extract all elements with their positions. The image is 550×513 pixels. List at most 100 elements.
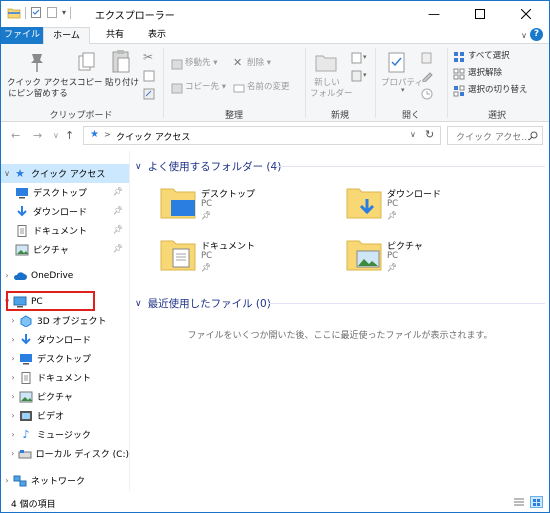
new-folder-button[interactable]: 新しい フォルダー <box>310 78 353 100</box>
recent-locations-button[interactable]: ∨ <box>53 131 59 140</box>
tab-file[interactable]: ファイル <box>1 27 43 44</box>
new-item-icon[interactable] <box>351 52 363 64</box>
pin-icon[interactable] <box>27 52 47 74</box>
properties-dropdown-icon[interactable]: ▾ <box>401 86 405 94</box>
pin-icon: 📌︎ <box>387 211 398 220</box>
nav-label: ドキュメント <box>37 374 92 384</box>
minimize-button[interactable]: — <box>411 1 457 27</box>
nav-pc-downloads[interactable]: › ダウンロード <box>1 330 129 349</box>
tab-share[interactable]: 共有 <box>97 27 133 44</box>
up-button[interactable]: ↑ <box>65 129 74 142</box>
chevron-right-icon[interactable]: › <box>7 316 19 325</box>
tab-view[interactable]: 表示 <box>139 27 175 44</box>
nav-qa-pictures[interactable]: ピクチャ 📌︎ <box>1 240 129 259</box>
move-to-button[interactable]: 移動先 ▾ <box>185 58 217 69</box>
nav-pc-3d-objects[interactable]: › 3D オブジェクト <box>1 311 129 330</box>
nav-network[interactable]: › ネットワーク <box>1 471 129 490</box>
cloud-icon <box>13 271 27 280</box>
back-button[interactable]: ← <box>11 129 20 142</box>
properties-large-icon[interactable] <box>387 52 407 74</box>
chevron-right-icon[interactable]: › <box>7 449 18 458</box>
paste-shortcut-icon[interactable] <box>143 88 155 100</box>
address-row: ← → ∨ ↑ ★ > クイック アクセス ∨ ↻ クイック アクセ... <box>1 123 549 149</box>
close-icon <box>521 9 531 19</box>
maximize-button[interactable] <box>457 1 503 27</box>
nav-pane-divider[interactable] <box>129 151 130 491</box>
folder-tile-downloads[interactable]: ダウンロード PC 📌︎ <box>345 185 515 233</box>
paste-button[interactable]: 貼り付け <box>105 78 139 89</box>
pin-icon: 📌︎ <box>387 263 398 272</box>
recent-files-header[interactable]: ∨ 最近使用したファイル (0) <box>135 296 271 311</box>
copy-icon[interactable] <box>78 52 96 74</box>
chevron-right-icon[interactable]: › <box>7 411 19 420</box>
easy-access-dropdown-icon[interactable]: ▾ <box>363 71 367 79</box>
copy-button[interactable]: コピー <box>77 78 103 89</box>
address-dropdown-icon[interactable]: ∨ <box>410 130 416 139</box>
pin-quick-access-button[interactable]: クイック アクセス にピン留めする <box>7 78 77 100</box>
nav-onedrive[interactable]: › OneDrive <box>1 266 129 285</box>
folder-tile-pictures[interactable]: ピクチャ PC 📌︎ <box>345 237 515 285</box>
path-separator[interactable]: > <box>104 130 111 139</box>
folder-app-icon <box>7 8 21 18</box>
new-folder-large-icon[interactable] <box>315 52 337 72</box>
history-icon[interactable] <box>421 88 433 100</box>
nav-pc-local-disk[interactable]: › ローカル ディスク (C:) <box>1 444 129 463</box>
select-all-icon <box>454 52 464 62</box>
chevron-right-icon[interactable]: › <box>7 430 19 439</box>
delete-button[interactable]: 削除 ▾ <box>247 58 271 69</box>
address-bar[interactable]: ★ > クイック アクセス ∨ ↻ <box>83 126 441 145</box>
nav-pc-music[interactable]: › ♪ ミュージック <box>1 425 129 444</box>
search-box[interactable]: クイック アクセ... <box>447 126 543 145</box>
select-none-button[interactable]: 選択解除 <box>468 68 502 79</box>
path-quick-access[interactable]: クイック アクセス <box>116 130 190 143</box>
chevron-right-icon[interactable]: › <box>1 476 13 485</box>
nav-pc-pictures[interactable]: › ピクチャ <box>1 387 129 406</box>
cut-icon[interactable]: ✂ <box>143 50 153 64</box>
chevron-right-icon[interactable]: › <box>7 354 19 363</box>
nav-qa-downloads[interactable]: ダウンロード 📌︎ <box>1 202 129 221</box>
help-icon[interactable]: ? <box>530 28 543 41</box>
delete-label: 削除 <box>247 58 265 68</box>
chevron-right-icon[interactable]: › <box>7 373 19 382</box>
details-view-icon[interactable] <box>513 497 525 508</box>
chevron-right-icon[interactable]: › <box>7 392 19 401</box>
nav-qa-desktop[interactable]: デスクトップ 📌︎ <box>1 183 129 202</box>
open-icon[interactable] <box>421 52 433 64</box>
pin-icon: 📌︎ <box>112 206 123 215</box>
chevron-down-icon[interactable]: ∨ <box>1 169 13 178</box>
new-folder-line1: 新しい <box>314 78 340 88</box>
nav-pc-documents[interactable]: › ドキュメント <box>1 368 129 387</box>
rename-button[interactable]: 名前の変更 <box>247 82 290 93</box>
nav-pc-desktop[interactable]: › デスクトップ <box>1 349 129 368</box>
chevron-right-icon[interactable]: › <box>7 335 19 344</box>
invert-selection-button[interactable]: 選択の切り替え <box>468 85 528 96</box>
large-icons-view-icon[interactable] <box>530 496 543 508</box>
nav-pc-videos[interactable]: › ビデオ <box>1 406 129 425</box>
refresh-icon[interactable]: ↻ <box>425 128 434 141</box>
copy-path-icon[interactable] <box>143 70 155 82</box>
move-to-label: 移動先 <box>185 58 211 68</box>
select-all-button[interactable]: すべて選択 <box>468 51 510 62</box>
nav-quick-access[interactable]: ∨ ★ クイック アクセス <box>1 164 129 183</box>
new-item-dropdown-icon[interactable]: ▾ <box>363 53 367 61</box>
nav-label: クイック アクセス <box>31 170 106 180</box>
copy-to-button[interactable]: コピー先 ▾ <box>185 82 226 93</box>
folder-tile-desktop[interactable]: デスクトップ PC 📌︎ <box>159 185 329 233</box>
tab-home[interactable]: ホーム <box>43 27 90 45</box>
paste-icon[interactable] <box>111 49 131 75</box>
folder-tile-documents[interactable]: ドキュメント PC 📌︎ <box>159 237 329 285</box>
customize-qat-icon[interactable]: ▾ <box>62 8 66 17</box>
collapse-ribbon-icon[interactable]: ∨ <box>521 31 527 40</box>
invert-selection-icon <box>453 85 465 97</box>
frequent-folders-header[interactable]: ∨ よく使用するフォルダー (4) <box>135 159 281 174</box>
chevron-right-icon[interactable]: › <box>1 271 13 280</box>
nav-label: デスクトップ <box>37 355 92 365</box>
edit-icon[interactable] <box>421 70 433 82</box>
close-button[interactable] <box>503 1 549 27</box>
properties-icon[interactable] <box>30 6 42 19</box>
nav-qa-documents[interactable]: ドキュメント 📌︎ <box>1 221 129 240</box>
video-icon <box>20 410 32 421</box>
new-folder-icon[interactable] <box>46 6 58 19</box>
forward-button[interactable]: → <box>33 129 42 142</box>
easy-access-icon[interactable] <box>351 70 363 82</box>
